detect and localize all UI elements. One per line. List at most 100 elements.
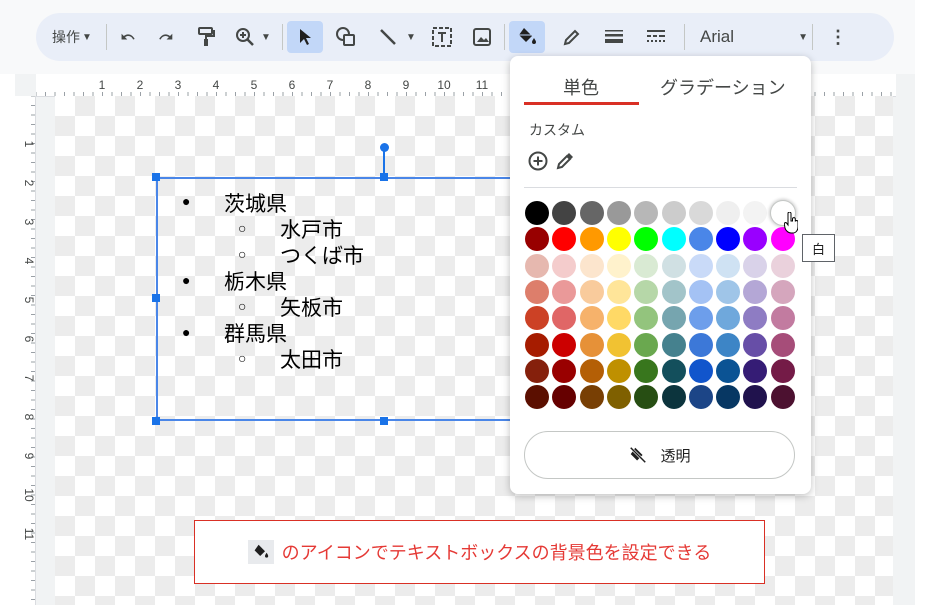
color-swatch[interactable] xyxy=(525,279,549,304)
resize-handle[interactable] xyxy=(380,417,388,425)
rotate-handle[interactable] xyxy=(380,143,389,152)
color-swatch[interactable] xyxy=(661,306,686,331)
color-swatch[interactable] xyxy=(525,358,549,383)
color-swatch[interactable] xyxy=(634,358,659,383)
color-swatch[interactable] xyxy=(770,306,795,331)
color-swatch[interactable] xyxy=(716,306,741,331)
color-swatch[interactable] xyxy=(770,358,795,383)
color-swatch[interactable] xyxy=(770,332,795,357)
color-swatch[interactable] xyxy=(579,227,604,252)
color-swatch[interactable] xyxy=(716,358,741,383)
color-swatch[interactable] xyxy=(634,227,659,252)
shape-tool-button[interactable] xyxy=(332,21,360,53)
color-swatch[interactable] xyxy=(688,358,713,383)
color-swatch[interactable] xyxy=(606,306,631,331)
color-swatch[interactable] xyxy=(606,201,631,225)
color-swatch[interactable] xyxy=(552,332,577,357)
color-swatch[interactable] xyxy=(770,279,795,304)
border-color-button[interactable] xyxy=(558,21,586,53)
add-custom-color-button[interactable] xyxy=(527,150,549,172)
border-dash-button[interactable] xyxy=(642,21,670,53)
color-swatch[interactable] xyxy=(743,201,768,225)
color-swatch[interactable] xyxy=(716,227,741,252)
text-box-button[interactable] xyxy=(428,21,456,53)
undo-button[interactable] xyxy=(114,21,142,53)
color-swatch[interactable] xyxy=(661,227,686,252)
color-swatch[interactable] xyxy=(743,385,768,410)
action-menu-button[interactable]: 操作 ▼ xyxy=(46,21,98,53)
color-swatch[interactable] xyxy=(606,227,631,252)
color-swatch[interactable] xyxy=(579,358,604,383)
color-swatch[interactable] xyxy=(716,385,741,410)
color-swatch[interactable] xyxy=(579,306,604,331)
color-swatch[interactable] xyxy=(743,306,768,331)
color-swatch[interactable] xyxy=(579,253,604,278)
color-swatch[interactable] xyxy=(579,332,604,357)
color-swatch[interactable] xyxy=(743,358,768,383)
select-tool-button[interactable] xyxy=(287,21,323,53)
color-swatch[interactable] xyxy=(634,201,659,225)
color-swatch[interactable] xyxy=(688,332,713,357)
eyedropper-button[interactable] xyxy=(554,150,576,172)
color-swatch[interactable] xyxy=(661,201,686,225)
color-swatch[interactable] xyxy=(525,227,549,252)
resize-handle[interactable] xyxy=(152,294,160,302)
color-swatch[interactable] xyxy=(661,253,686,278)
resize-handle[interactable] xyxy=(380,173,388,181)
border-weight-button[interactable] xyxy=(600,21,628,53)
tab-gradient[interactable]: グラデーション xyxy=(660,74,786,100)
color-swatch[interactable] xyxy=(525,201,549,225)
color-swatch[interactable] xyxy=(743,332,768,357)
zoom-button[interactable]: ▼ xyxy=(230,21,276,53)
color-swatch[interactable] xyxy=(525,385,549,410)
color-swatch[interactable] xyxy=(661,358,686,383)
more-options-button[interactable]: ⋮ xyxy=(826,21,850,53)
color-swatch[interactable] xyxy=(688,279,713,304)
color-swatch[interactable] xyxy=(743,279,768,304)
color-swatch[interactable] xyxy=(716,253,741,278)
color-swatch[interactable] xyxy=(716,332,741,357)
color-swatch[interactable] xyxy=(634,385,659,410)
color-swatch[interactable] xyxy=(525,332,549,357)
color-swatch[interactable] xyxy=(634,279,659,304)
color-swatch[interactable] xyxy=(579,279,604,304)
fill-color-button[interactable] xyxy=(509,21,545,53)
color-swatch[interactable] xyxy=(688,201,713,225)
line-tool-button[interactable]: ▼ xyxy=(372,21,422,53)
color-swatch[interactable] xyxy=(743,227,768,252)
color-swatch[interactable] xyxy=(552,227,577,252)
resize-handle[interactable] xyxy=(152,417,160,425)
color-swatch[interactable] xyxy=(661,332,686,357)
color-swatch[interactable] xyxy=(525,306,549,331)
color-swatch[interactable] xyxy=(688,253,713,278)
color-swatch[interactable] xyxy=(688,306,713,331)
color-swatch[interactable] xyxy=(606,385,631,410)
resize-handle[interactable] xyxy=(152,173,160,181)
color-swatch[interactable] xyxy=(688,385,713,410)
color-swatch[interactable] xyxy=(552,385,577,410)
color-swatch[interactable] xyxy=(770,253,795,278)
color-swatch[interactable] xyxy=(606,332,631,357)
color-swatch[interactable] xyxy=(743,253,768,278)
color-swatch[interactable] xyxy=(606,253,631,278)
font-select[interactable]: Arial ▼ xyxy=(700,21,808,53)
paint-format-button[interactable] xyxy=(192,21,220,53)
color-swatch[interactable] xyxy=(661,385,686,410)
tab-solid[interactable]: 単色 xyxy=(563,74,599,100)
color-swatch[interactable] xyxy=(552,358,577,383)
redo-button[interactable] xyxy=(152,21,180,53)
color-swatch[interactable] xyxy=(552,306,577,331)
color-swatch[interactable] xyxy=(579,385,604,410)
color-swatch[interactable] xyxy=(688,227,713,252)
color-swatch[interactable] xyxy=(552,279,577,304)
color-swatch[interactable] xyxy=(552,201,577,225)
color-swatch[interactable] xyxy=(579,201,604,225)
color-swatch[interactable] xyxy=(716,279,741,304)
color-swatch[interactable] xyxy=(525,253,549,278)
image-button[interactable] xyxy=(468,21,496,53)
color-swatch[interactable] xyxy=(606,279,631,304)
color-swatch[interactable] xyxy=(634,306,659,331)
color-swatch[interactable] xyxy=(634,332,659,357)
color-swatch[interactable] xyxy=(634,253,659,278)
color-swatch[interactable] xyxy=(606,358,631,383)
